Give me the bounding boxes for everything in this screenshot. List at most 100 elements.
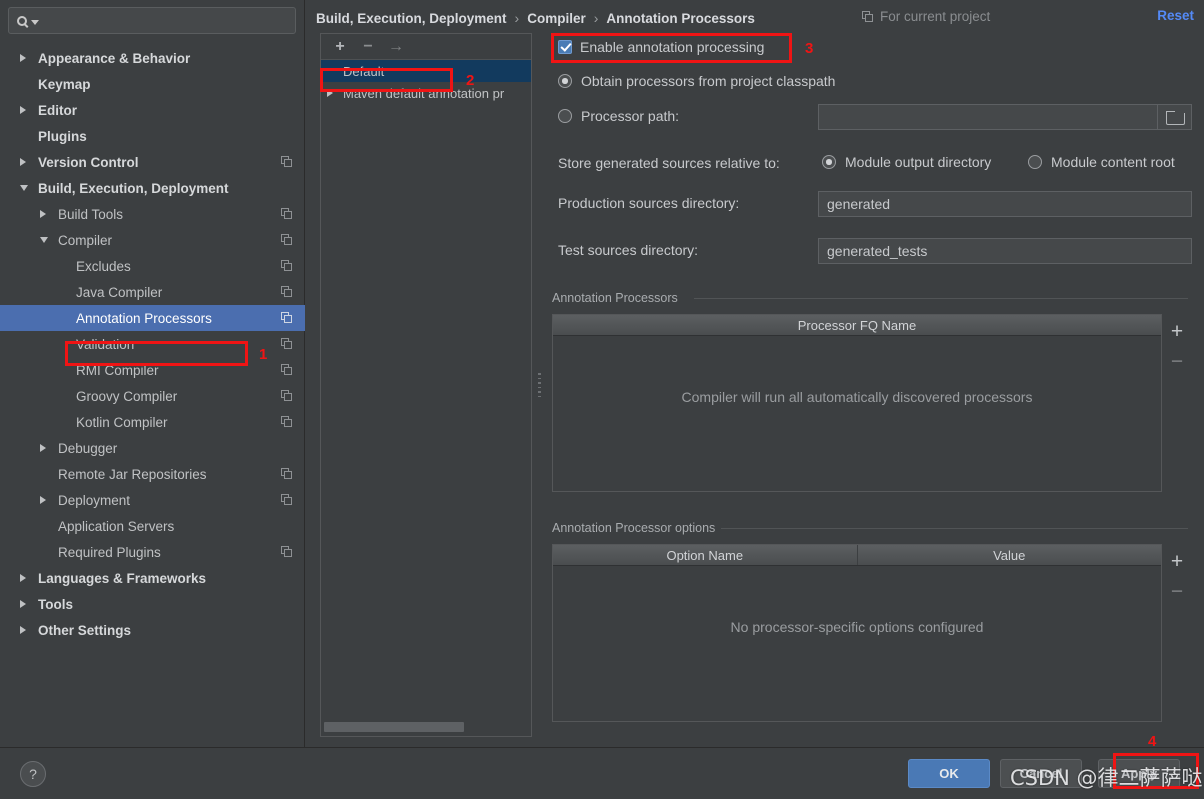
module-output-directory-radio[interactable] <box>822 155 836 169</box>
chevron-right-icon[interactable] <box>20 105 26 114</box>
sidebar-item-other-settings[interactable]: Other Settings <box>0 617 305 643</box>
sidebar-item-required-plugins[interactable]: Required Plugins <box>0 539 305 565</box>
test-sources-value: generated_tests <box>827 243 928 259</box>
obtain-from-classpath-radio[interactable] <box>558 74 572 88</box>
breadcrumb-item[interactable]: Compiler <box>527 11 586 26</box>
test-sources-input[interactable]: generated_tests <box>818 238 1192 264</box>
sidebar-item-tools[interactable]: Tools <box>0 591 305 617</box>
folder-icon <box>1166 110 1185 125</box>
processor-path-row[interactable]: Processor path: <box>558 108 679 124</box>
chevron-right-icon[interactable] <box>40 209 46 218</box>
sidebar-item-groovy-compiler[interactable]: Groovy Compiler <box>0 383 305 409</box>
sidebar-item-application-servers[interactable]: Application Servers <box>0 513 305 539</box>
chevron-right-icon[interactable] <box>40 495 46 504</box>
move-to-profile-button[interactable]: → <box>387 38 405 56</box>
reset-link[interactable]: Reset <box>1157 8 1194 23</box>
profile-item[interactable]: Default <box>321 60 531 82</box>
breadcrumb-item[interactable]: Annotation Processors <box>606 11 755 26</box>
sidebar-item-label: Compiler <box>58 232 113 248</box>
options-table-body: No processor-specific options configured <box>553 566 1161 721</box>
profile-item[interactable]: Maven default annotation pr <box>321 82 531 104</box>
sidebar-item-label: Groovy Compiler <box>76 388 178 404</box>
processors-table[interactable]: Processor FQ Name Compiler will run all … <box>552 314 1162 492</box>
sidebar-item-version-control[interactable]: Version Control <box>0 149 305 175</box>
sidebar-item-compiler[interactable]: Compiler <box>0 227 305 253</box>
obtain-from-classpath-row[interactable]: Obtain processors from project classpath <box>558 73 835 89</box>
project-scope-copy-icon <box>281 208 293 220</box>
sidebar-item-keymap[interactable]: Keymap <box>0 71 305 97</box>
production-sources-input[interactable]: generated <box>818 191 1192 217</box>
chevron-right-icon[interactable] <box>20 573 26 582</box>
sidebar-item-kotlin-compiler[interactable]: Kotlin Compiler <box>0 409 305 435</box>
remove-processor-button[interactable]: − <box>1166 346 1188 376</box>
sidebar-item-build-execution-deployment[interactable]: Build, Execution, Deployment <box>0 175 305 201</box>
processors-group-divider <box>694 298 1188 299</box>
chevron-down-icon[interactable] <box>20 185 28 191</box>
project-scope-copy-icon <box>281 286 293 298</box>
ok-button[interactable]: OK <box>908 759 990 788</box>
enable-annotation-processing-checkbox[interactable] <box>558 40 572 54</box>
sidebar-item-label: Annotation Processors <box>76 310 212 326</box>
module-output-directory-row[interactable]: Module output directory <box>822 154 991 170</box>
sidebar-item-editor[interactable]: Editor <box>0 97 305 123</box>
sidebar-item-annotation-processors[interactable]: Annotation Processors <box>0 305 305 331</box>
profile-item-label: Default <box>343 63 385 79</box>
sidebar-item-java-compiler[interactable]: Java Compiler <box>0 279 305 305</box>
module-content-root-label: Module content root <box>1051 154 1175 170</box>
sidebar-item-languages-frameworks[interactable]: Languages & Frameworks <box>0 565 305 591</box>
sidebar-item-plugins[interactable]: Plugins <box>0 123 305 149</box>
add-processor-button[interactable]: + <box>1166 316 1188 346</box>
project-scope-indicator: For current project <box>862 9 990 24</box>
profiles-hscrollbar[interactable] <box>324 722 528 732</box>
search-input[interactable] <box>8 7 296 34</box>
chevron-down-icon[interactable] <box>40 237 48 243</box>
processor-path-radio[interactable] <box>558 109 572 123</box>
scope-copy-icon <box>862 10 874 23</box>
profile-item-label: Maven default annotation pr <box>343 85 505 101</box>
sidebar-item-excludes[interactable]: Excludes <box>0 253 305 279</box>
breadcrumb-item[interactable]: Build, Execution, Deployment <box>316 11 507 26</box>
sidebar-item-label: Required Plugins <box>58 544 161 560</box>
help-button[interactable]: ? <box>20 761 46 787</box>
module-content-root-row[interactable]: Module content root <box>1028 154 1175 170</box>
enable-annotation-processing-row[interactable]: Enable annotation processing <box>558 39 764 55</box>
panel-splitter-handle[interactable] <box>538 373 543 403</box>
annotation-marker-3: 3 <box>805 40 814 57</box>
add-profile-button[interactable]: + <box>331 38 349 56</box>
add-option-button[interactable]: + <box>1166 546 1188 576</box>
options-col-value: Value <box>856 545 1162 565</box>
sidebar-item-label: Java Compiler <box>76 284 163 300</box>
sidebar-item-label: Keymap <box>38 76 91 92</box>
sidebar-item-label: Languages & Frameworks <box>38 570 207 586</box>
sidebar-item-appearance-behavior[interactable]: Appearance & Behavior <box>0 45 305 71</box>
search-field-wrapper[interactable] <box>8 7 296 34</box>
sidebar-item-label: Editor <box>38 102 77 118</box>
chevron-right-icon[interactable] <box>20 599 26 608</box>
options-table[interactable]: Option Name Value No processor-specific … <box>552 544 1162 722</box>
options-group-title: Annotation Processor options <box>552 521 722 535</box>
chevron-down-icon <box>31 20 39 25</box>
browse-folder-button[interactable] <box>1157 105 1191 129</box>
remove-option-button[interactable]: − <box>1166 576 1188 606</box>
options-table-buttons: + − <box>1166 546 1188 606</box>
chevron-right-icon[interactable] <box>327 89 333 97</box>
module-content-root-radio[interactable] <box>1028 155 1042 169</box>
sidebar-item-label: Deployment <box>58 492 131 508</box>
remove-profile-button[interactable]: − <box>359 38 377 56</box>
sidebar-item-deployment[interactable]: Deployment <box>0 487 305 513</box>
sidebar-item-label: Tools <box>38 596 73 612</box>
chevron-right-icon[interactable] <box>20 53 26 62</box>
sidebar-item-build-tools[interactable]: Build Tools <box>0 201 305 227</box>
project-scope-copy-icon <box>281 390 293 402</box>
chevron-right-icon[interactable] <box>20 625 26 634</box>
sidebar-item-label: Validation <box>76 336 135 352</box>
store-relative-label: Store generated sources relative to: <box>558 155 780 171</box>
scrollbar-thumb[interactable] <box>324 722 464 732</box>
project-scope-copy-icon <box>281 156 293 168</box>
processor-path-input[interactable] <box>818 104 1192 130</box>
sidebar-item-debugger[interactable]: Debugger <box>0 435 305 461</box>
chevron-right-icon[interactable] <box>20 157 26 166</box>
project-scope-copy-icon <box>281 260 293 272</box>
chevron-right-icon[interactable] <box>40 443 46 452</box>
sidebar-item-remote-jar-repositories[interactable]: Remote Jar Repositories <box>0 461 305 487</box>
